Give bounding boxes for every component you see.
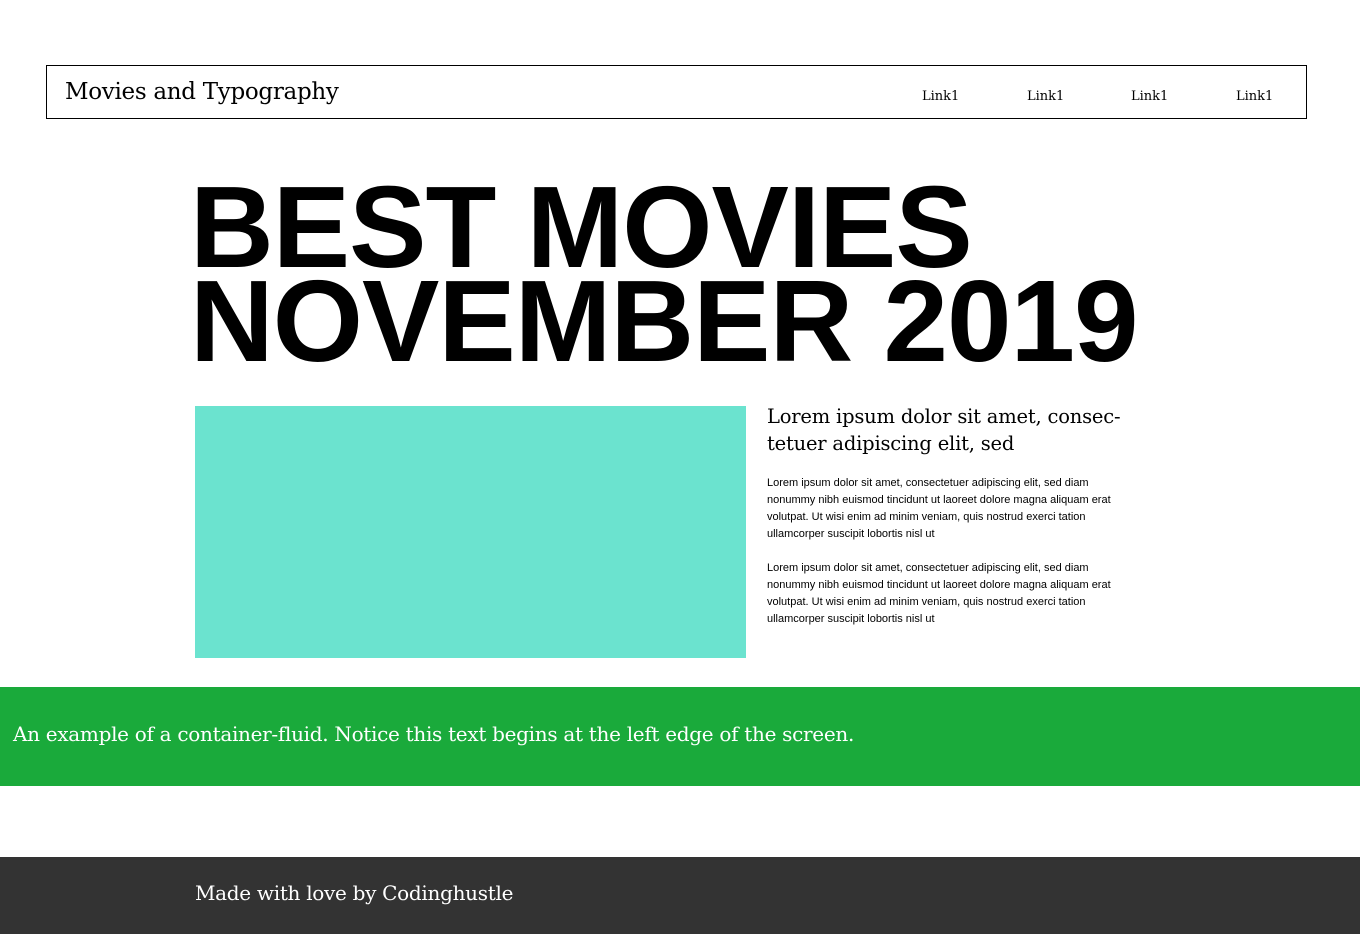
hero-title: BEST MOVIES NOVEMBER 2019 [190,169,1139,386]
footer: Made with love by Codinghustle [0,857,1360,934]
article-paragraph-2: Lorem ipsum dolor sit amet, consectetuer… [767,562,1111,625]
footer-text: Made with love by Codinghustle [195,881,514,905]
nav-link-2[interactable]: Link1 [1027,87,1064,107]
image-placeholder [195,406,746,658]
container-fluid-text: An example of a container-fluid. Notice … [13,722,855,746]
hero-title-line-2: NOVEMBER 2019 [190,256,1139,386]
article-text: Lorem ipsum dolor sit amet, consec-tetue… [767,403,1139,628]
brand-title[interactable]: Movies and Typography [65,77,339,107]
nav-link-3[interactable]: Link1 [1131,87,1168,107]
article-paragraph-1: Lorem ipsum dolor sit amet, consectetuer… [767,477,1111,540]
nav-link-1[interactable]: Link1 [922,87,959,107]
container-fluid-band: An example of a container-fluid. Notice … [0,687,1360,786]
article-lead: Lorem ipsum dolor sit amet, consec-tetue… [767,405,1121,455]
nav-link-4[interactable]: Link1 [1236,87,1273,107]
navbar: Movies and Typography Link1 Link1 Link1 … [46,65,1307,119]
